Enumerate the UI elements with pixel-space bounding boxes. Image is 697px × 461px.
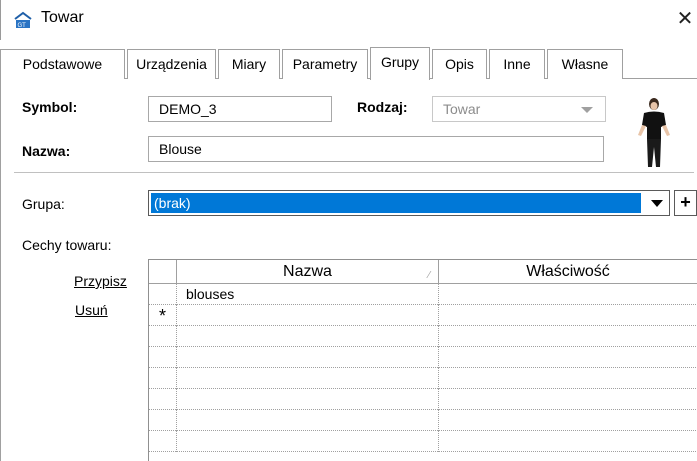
przypisz-link[interactable]: Przypisz [74,273,127,289]
tab-inne[interactable]: Inne [489,49,545,79]
cell-nazwa [177,326,439,347]
nazwa-label: Nazwa: [22,143,71,159]
row-marker [149,284,177,305]
chevron-down-icon [581,107,593,113]
cell-wlasciwosc [439,347,697,368]
chevron-down-icon [651,200,663,207]
cell-wlasciwosc[interactable] [439,305,697,326]
svg-text:GT: GT [18,23,27,29]
cell-wlasciwosc [439,368,697,389]
cell-wlasciwosc [439,326,697,347]
cell-wlasciwosc [439,431,697,452]
product-photo[interactable] [614,95,694,169]
tab-miary[interactable]: Miary [218,49,280,79]
usun-link[interactable]: Usuń [75,302,108,318]
empty-row [149,410,697,431]
grid-header: Nazwa ⁄ Właściwość [149,260,697,284]
cell-wlasciwosc [439,389,697,410]
separator [14,172,694,173]
new-row-asterisk-icon: * [149,305,177,326]
tab-grupy[interactable]: Grupy [370,47,430,80]
rodzaj-value: Towar [443,101,481,117]
title-bar: GT Towar ✕ [0,0,697,40]
empty-row [149,368,697,389]
new-row[interactable]: * [149,305,697,326]
add-group-button[interactable]: + [674,190,697,216]
cechy-towaru-label: Cechy towaru: [22,237,112,253]
symbol-field[interactable]: DEMO_3 [148,96,332,122]
cell-nazwa [177,368,439,389]
row-marker [149,368,177,389]
nazwa-field[interactable]: Blouse [148,136,604,162]
tab-podstawowe[interactable]: Podstawowe [0,49,125,79]
cell-nazwa [177,389,439,410]
grupa-label: Grupa: [22,196,65,212]
grupa-dropdown[interactable]: (brak) [148,190,670,216]
grupa-selected-value: (brak) [151,193,641,213]
app-logo-icon: GT [14,11,32,29]
window-title: Towar [41,9,84,26]
row-marker [149,389,177,410]
column-header-nazwa[interactable]: Nazwa ⁄ [177,260,439,284]
column-header-wlasciwosc[interactable]: Właściwość [439,260,697,284]
rodzaj-dropdown: Towar [432,96,606,122]
tab-opis[interactable]: Opis [432,49,487,79]
rodzaj-label: Rodzaj: [357,99,408,115]
cell-nazwa [177,431,439,452]
cell-nazwa [177,347,439,368]
row-marker [149,410,177,431]
tab-wlasne[interactable]: Własne [547,49,623,79]
row-marker [149,431,177,452]
tab-parametry[interactable]: Parametry [282,49,368,79]
cell-nazwa[interactable] [177,305,439,326]
cell-wlasciwosc[interactable] [439,284,697,305]
empty-row [149,431,697,452]
symbol-label: Symbol: [22,99,78,115]
cell-wlasciwosc [439,410,697,431]
column-header-nazwa-label: Nazwa [283,263,332,280]
close-button[interactable]: ✕ [673,6,697,32]
row-marker [149,326,177,347]
features-grid[interactable]: Nazwa ⁄ Właściwość blouses * [148,259,697,461]
cell-nazwa[interactable]: blouses [177,284,439,305]
tab-urzadzenia[interactable]: Urządzenia [127,49,216,79]
tab-strip: Podstawowe Urządzenia Miary Parametry Gr… [0,47,697,80]
cell-nazwa [177,410,439,431]
empty-row [149,326,697,347]
grid-corner [149,260,177,284]
row-marker [149,347,177,368]
empty-row [149,347,697,368]
table-row[interactable]: blouses [149,284,697,305]
empty-row [149,389,697,410]
